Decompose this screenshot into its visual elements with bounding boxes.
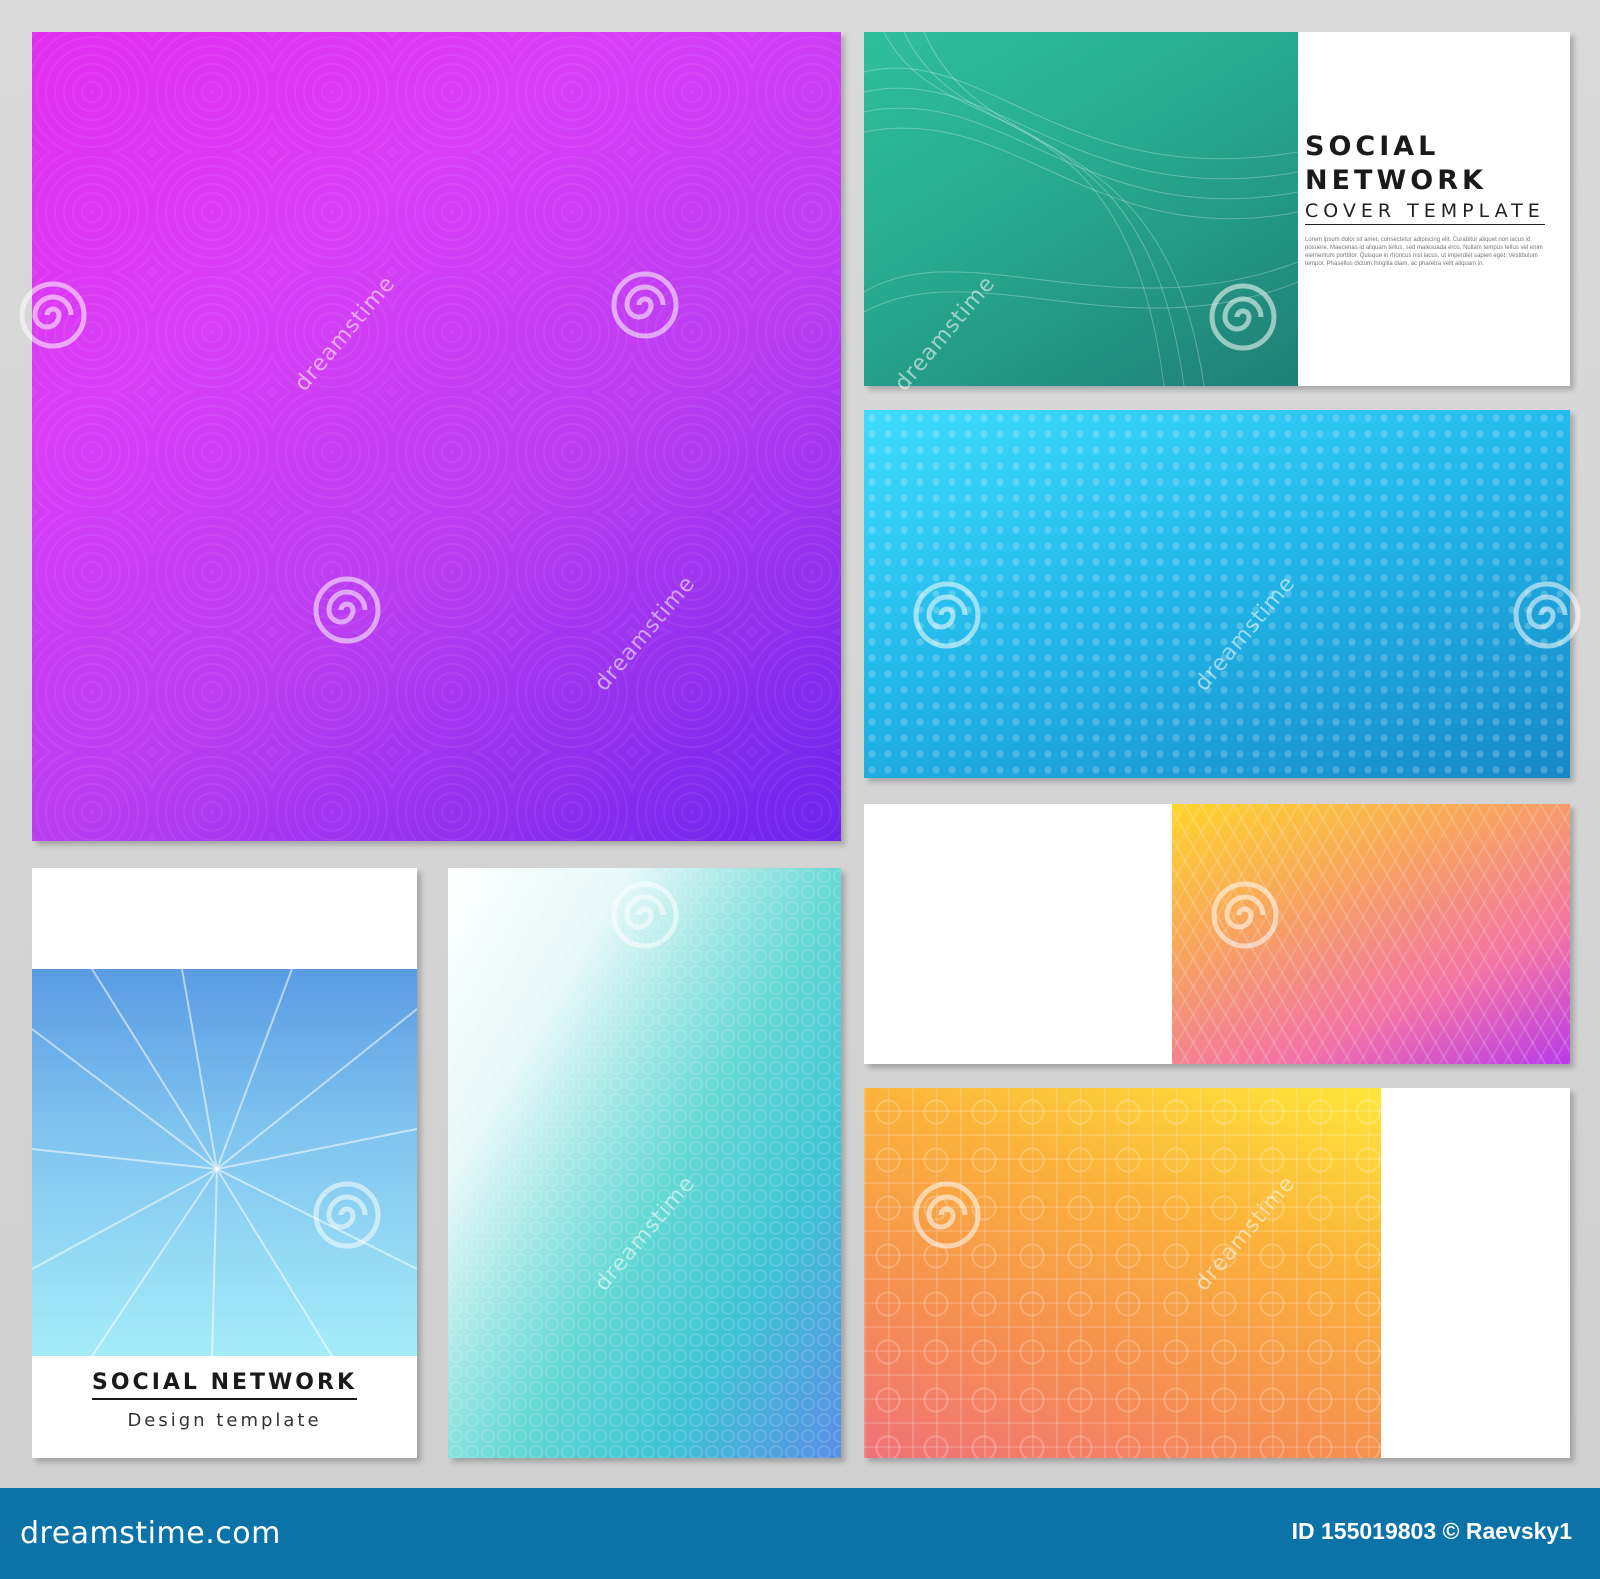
watermark-swirl-icon bbox=[313, 1181, 381, 1249]
teal-fade-template bbox=[448, 868, 841, 1458]
watermark-swirl-icon bbox=[313, 576, 381, 644]
footer-logo[interactable]: dreamstime.com bbox=[20, 1516, 281, 1551]
watermark-swirl-icon bbox=[913, 1181, 981, 1249]
orange-pattern-art bbox=[864, 1088, 1381, 1458]
watermark-swirl-icon bbox=[1209, 283, 1277, 351]
watermark-swirl-icon bbox=[1513, 581, 1581, 649]
watermark-swirl-icon bbox=[611, 271, 679, 339]
cover-title-line1: SOCIAL bbox=[1305, 131, 1440, 162]
cover-subtitle: COVER TEMPLATE bbox=[1305, 200, 1545, 225]
watermark-swirl-icon bbox=[611, 881, 679, 949]
cover-title-line2: NETWORK bbox=[1305, 165, 1487, 196]
watermark-swirl-icon bbox=[913, 581, 981, 649]
flyer-title-text: SOCIAL NETWORK bbox=[92, 1370, 357, 1400]
magenta-square-template bbox=[32, 32, 841, 841]
cover-title: SOCIAL NETWORK bbox=[1305, 130, 1487, 198]
cover-body-text: Lorem ipsum dolor sit amet, consectetur … bbox=[1305, 237, 1543, 267]
watermark-swirl-icon bbox=[1211, 881, 1279, 949]
watermark-swirl-icon bbox=[19, 281, 87, 349]
flyer-burst-art bbox=[32, 969, 417, 1356]
flyer-subtitle: Design template bbox=[127, 1410, 322, 1431]
footer-bar: dreamstime.com ID 155019803 © Raevsky1 bbox=[0, 1488, 1600, 1579]
flyer-template: SOCIAL NETWORK Design template bbox=[32, 868, 417, 1458]
flyer-title: SOCIAL NETWORK bbox=[32, 1370, 417, 1400]
footer-image-id: ID 155019803 © Raevsky1 bbox=[1291, 1518, 1572, 1544]
